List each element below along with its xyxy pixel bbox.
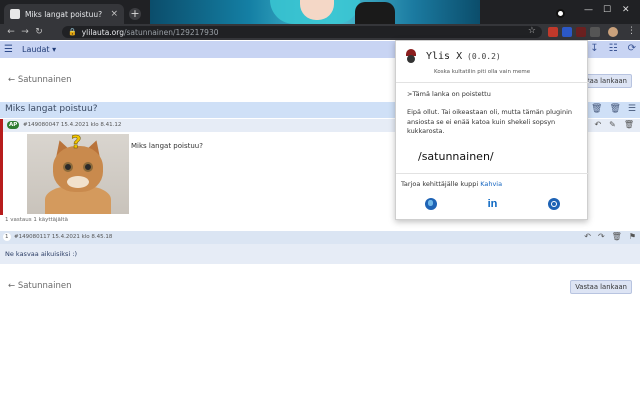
coffee-link[interactable]: Kahvia: [480, 180, 502, 188]
active-tab[interactable]: Miks langat poistuu? | Ylilauta ×: [4, 4, 124, 24]
back-to-board-link-bottom[interactable]: ← Satunnainen: [8, 281, 72, 291]
report-flag-icon[interactable]: ⚑: [629, 232, 636, 241]
lock-icon[interactable]: 🔒: [68, 28, 77, 36]
op-post-meta[interactable]: #149080047 15.4.2021 klo 8.41.12: [23, 122, 121, 128]
shield-extension-icon[interactable]: [562, 27, 572, 37]
op-badge: AP: [7, 121, 20, 129]
reply-post-header: 1 #149080117 15.4.2021 klo 8.45.18 ↶ ↷ 🗑…: [0, 231, 640, 244]
cat-eye-left-shape: [63, 162, 73, 172]
reply-number-badge: 1: [3, 233, 11, 241]
website-globe-icon[interactable]: [425, 198, 438, 210]
popup-description: Eipä ollut. Tai oikeastaan oli, mutta tä…: [407, 108, 572, 135]
reply-post-body: Ne kasvaa aikuisiksi :): [0, 244, 640, 264]
browser-theme-art: [150, 0, 480, 24]
record-icon[interactable]: [556, 9, 565, 18]
github-icon[interactable]: [547, 198, 560, 210]
popup-divider: [396, 82, 589, 83]
linkedin-icon[interactable]: in: [488, 198, 498, 210]
popup-divider: [396, 173, 589, 174]
back-button[interactable]: ←: [4, 27, 18, 37]
tab-strip: Miks langat poistuu? | Ylilauta × + — ☐ …: [0, 0, 640, 24]
delete-icon[interactable]: 🗑: [609, 104, 620, 114]
popup-title: Ylis X: [426, 51, 463, 62]
popup-quote: >Tämä lanka on poistettu: [407, 90, 491, 98]
minimize-button[interactable]: —: [584, 5, 593, 15]
browser-toolbar: ← → ↻ 🔒 ylilauta.org/satunnainen/1292179…: [0, 24, 640, 40]
popup-tagline: Koska kultatilin piti olla vain meme: [434, 69, 531, 75]
delete-icon[interactable]: 🗑: [612, 232, 622, 241]
hide-icon[interactable]: 🗑: [591, 104, 602, 114]
op-post-text: Miks langat poistuu?: [131, 142, 203, 150]
cat-eye-right-shape: [83, 162, 93, 172]
address-bar[interactable]: 🔒 ylilauta.org/satunnainen/129217930 ☆: [62, 26, 542, 38]
tab-close-icon[interactable]: ×: [110, 9, 118, 19]
delete-icon[interactable]: 🗑: [624, 120, 634, 129]
extension-icons: [548, 27, 600, 37]
edit-icon[interactable]: ✎: [609, 120, 616, 129]
close-window-button[interactable]: ✕: [622, 5, 630, 15]
logo-face-shape: [407, 55, 415, 63]
ylis-x-logo-icon: [404, 49, 418, 65]
browser-menu-icon[interactable]: ⋮: [627, 26, 636, 36]
op-post-actions: ↶ ✎ 🗑: [594, 120, 634, 129]
thread-title: Miks langat poistuu?: [5, 104, 98, 114]
theme-art-silhouette: [355, 2, 395, 24]
popup-header: Ylis X (0.0.2) Koska kultatilin piti oll…: [396, 41, 589, 83]
url-host: ylilauta.org: [81, 27, 124, 37]
url-path: /satunnainen/129217930: [123, 27, 219, 37]
back-to-board-link[interactable]: ← Satunnainen: [8, 75, 72, 85]
ylilauta-favicon-icon: [10, 9, 20, 19]
thread-menu-icon[interactable]: ☰: [628, 104, 636, 114]
scroll-down-icon[interactable]: ↧: [590, 43, 598, 54]
reply-icon[interactable]: ↶: [584, 232, 591, 241]
ylis-x-extension-icon[interactable]: [576, 27, 586, 37]
hamburger-menu-icon[interactable]: ☰: [4, 44, 16, 55]
reply-to-thread-button-bottom[interactable]: Vastaa lankaan: [570, 280, 632, 294]
url-text: ylilauta.org/satunnainen/129217930: [82, 28, 219, 37]
popup-version: (0.0.2): [467, 52, 501, 61]
extension-icon[interactable]: [548, 27, 558, 37]
quote-icon[interactable]: ↷: [598, 232, 605, 241]
reply-icon[interactable]: ↶: [594, 120, 601, 129]
reply-count: 1 vastaus 1 käyttäjältä: [5, 217, 68, 223]
reply-post-meta[interactable]: #149080117 15.4.2021 klo 8.45.18: [14, 234, 112, 240]
cat-muzzle-shape: [67, 176, 89, 188]
threads-list-icon[interactable]: ☷: [609, 43, 618, 54]
popup-social-links: in: [396, 198, 589, 210]
ylis-x-extension-popup: Ylis X (0.0.2) Koska kultatilin piti oll…: [395, 40, 589, 220]
reply-post-actions: ↶ ↷ 🗑 ⚑: [584, 232, 636, 241]
puzzle-extensions-icon[interactable]: [590, 27, 600, 37]
bookmark-star-icon[interactable]: ☆: [528, 26, 536, 36]
maximize-button[interactable]: ☐: [603, 5, 611, 15]
op-post-image[interactable]: ?: [27, 134, 129, 214]
tab-title: Miks langat poistuu? | Ylilauta: [25, 9, 105, 19]
support-prefix: Tarjoa kehittäjälle kuppi: [401, 180, 481, 188]
refresh-icon[interactable]: ⟳: [628, 43, 636, 54]
forward-button[interactable]: →: [18, 27, 32, 37]
reload-button[interactable]: ↻: [32, 27, 46, 37]
new-tab-button[interactable]: +: [129, 8, 141, 20]
reply-post-text: Ne kasvaa aikuisiksi :): [5, 250, 78, 258]
popup-board-name: /satunnainen/: [418, 150, 494, 163]
profile-avatar[interactable]: [608, 27, 618, 37]
boards-dropdown[interactable]: Laudat ▾: [22, 45, 56, 54]
question-mark-overlay: ?: [71, 134, 82, 153]
popup-support-text: Tarjoa kehittäjälle kuppi Kahvia: [401, 180, 502, 188]
